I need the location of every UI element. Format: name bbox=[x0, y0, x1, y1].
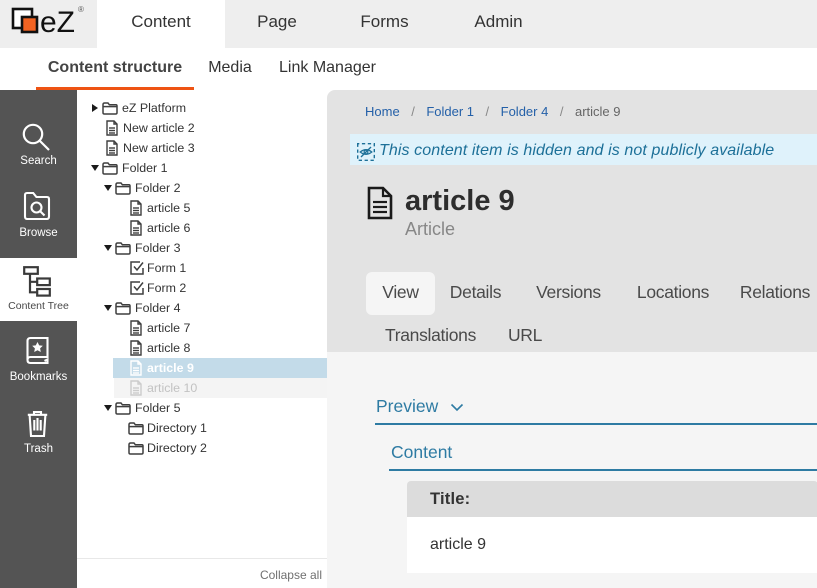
svg-text:eZ: eZ bbox=[40, 6, 75, 39]
svg-text:®: ® bbox=[78, 5, 84, 14]
